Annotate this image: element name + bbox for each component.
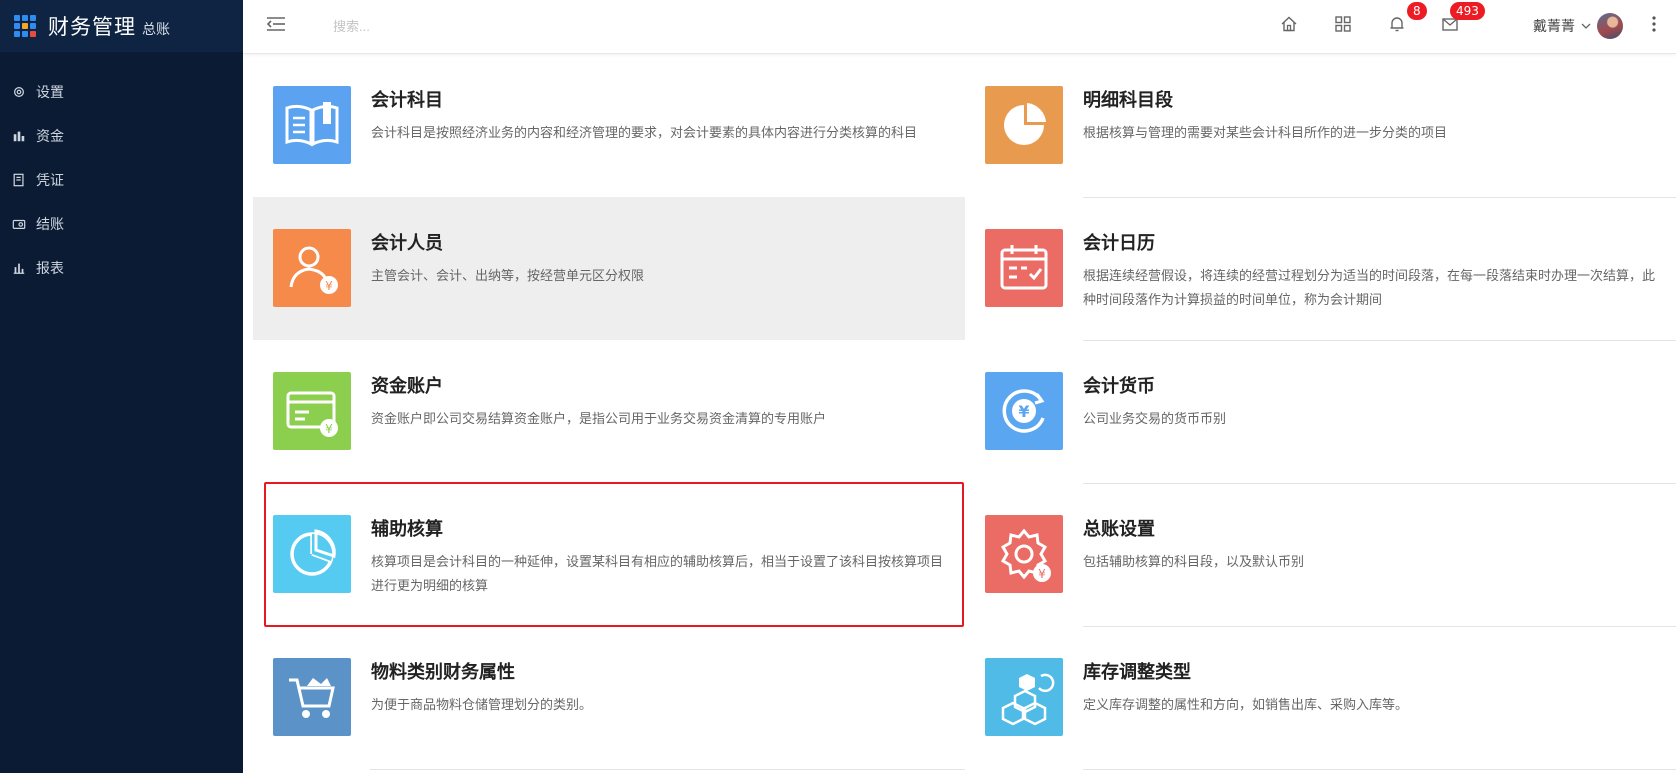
funds-icon [13, 131, 25, 142]
card-title: 明细科目段 [1083, 90, 1173, 111]
gear-icon [14, 87, 24, 97]
app-grid-icon [14, 15, 36, 37]
username: 戴菁菁 [1533, 19, 1575, 35]
divider [370, 769, 965, 770]
card-title: 会计人员 [371, 233, 443, 254]
selection-highlight [264, 482, 964, 627]
sidebar-item-label: 设置 [36, 85, 64, 101]
svg-text:¥: ¥ [1038, 567, 1046, 581]
sidebar-item-voucher[interactable]: 凭证 [0, 158, 243, 202]
card-desc: 根据连续经营假设，将连续的经营过程划分为适当的时间段落，在每一段落结束时办理一次… [1083, 269, 1656, 308]
sidebar: 财务管理 总账 设置 资金 凭证 结账 报表 [0, 0, 243, 773]
card-desc: 根据核算与管理的需要对某些会计科目所作的进一步分类的项目 [1083, 126, 1448, 141]
sidebar-item-checkout[interactable]: 结账 [0, 202, 243, 246]
chevron-down-icon [1581, 23, 1591, 29]
card-desc: 公司业务交易的货币币别 [1083, 412, 1227, 427]
sidebar-nav: 设置 资金 凭证 结账 报表 [0, 70, 243, 290]
card-title: 库存调整类型 [1083, 662, 1191, 683]
card-title: 总账设置 [1083, 519, 1155, 540]
card-accounting-currency[interactable]: ¥ 会计货币 公司业务交易的货币币别 [965, 340, 1676, 483]
app-title: 财务管理 [48, 15, 136, 39]
checkout-icon [12, 219, 26, 229]
card-title: 会计货币 [1083, 376, 1155, 397]
card-inventory-adjust[interactable]: 库存调整类型 定义库存调整的属性和方向，如销售出库、采购入库等。 [965, 626, 1676, 769]
voucher-icon [13, 173, 24, 187]
currency-icon: ¥ [985, 372, 1063, 450]
card-desc: 主管会计、会计、出纳等，按经营单元区分权限 [371, 269, 645, 284]
fund-card-icon: ¥ [273, 372, 351, 450]
calendar-icon [985, 229, 1063, 307]
card-desc: 定义库存调整的属性和方向，如销售出库、采购入库等。 [1083, 698, 1409, 713]
sidebar-item-label: 资金 [36, 129, 64, 145]
sidebar-item-label: 凭证 [36, 173, 64, 189]
report-icon [13, 263, 25, 274]
sidebar-item-funds[interactable]: 资金 [0, 114, 243, 158]
boxes-icon [985, 658, 1063, 736]
card-desc: 会计科目是按照经济业务的内容和经济管理的要求，对会计要素的具体内容进行分类核算的… [371, 126, 918, 141]
card-desc: 包括辅助核算的科目段，以及默认币别 [1083, 555, 1305, 570]
card-detail-segment[interactable]: 明细科目段 根据核算与管理的需要对某些会计科目所作的进一步分类的项目 [965, 54, 1676, 197]
card-title: 资金账户 [371, 376, 443, 397]
card-desc: 资金账户即公司交易结算资金账户，是指公司用于业务交易资金清算的专用账户 [371, 412, 827, 427]
search-input[interactable] [333, 14, 633, 38]
sidebar-item-report[interactable]: 报表 [0, 246, 243, 290]
cart-icon [273, 658, 351, 736]
accountant-icon: ¥ [273, 229, 351, 307]
pie-chart-icon [985, 86, 1063, 164]
sidebar-item-label: 报表 [36, 261, 64, 277]
bell-icon[interactable] [1387, 14, 1407, 34]
svg-text:¥: ¥ [1018, 402, 1029, 421]
brand[interactable]: 财务管理 总账 [0, 0, 243, 52]
card-fund-account[interactable]: ¥ 资金账户 资金账户即公司交易结算资金账户，是指公司用于业务交易资金清算的专用… [253, 340, 965, 483]
svg-text:¥: ¥ [325, 422, 333, 436]
menu-toggle-icon[interactable] [265, 13, 287, 35]
app-subtitle: 总账 [142, 22, 170, 38]
svg-text:¥: ¥ [325, 279, 333, 293]
card-ledger-settings[interactable]: ¥ 总账设置 包括辅助核算的科目段，以及默认币别 [965, 483, 1676, 626]
user-menu[interactable]: 戴菁菁 [1533, 13, 1623, 39]
messages-badge: 493 [1450, 2, 1485, 20]
card-title: 会计日历 [1083, 233, 1155, 254]
top-header: 8 493 戴菁菁 [243, 0, 1676, 54]
card-material-finance[interactable]: 物料类别财务属性 为便于商品物料仓储管理划分的类别。 [253, 626, 965, 769]
sidebar-item-settings[interactable]: 设置 [0, 70, 243, 114]
card-accounting-subjects[interactable]: 会计科目 会计科目是按照经济业务的内容和经济管理的要求，对会计要素的具体内容进行… [253, 54, 965, 197]
settings-yuan-icon: ¥ [985, 515, 1063, 593]
divider [1083, 769, 1676, 770]
avatar[interactable] [1597, 13, 1623, 39]
card-title: 会计科目 [371, 90, 443, 111]
home-icon[interactable] [1279, 14, 1299, 34]
card-title: 物料类别财务属性 [371, 662, 515, 683]
apps-icon[interactable] [1333, 14, 1353, 34]
card-accounting-calendar[interactable]: 会计日历 根据连续经营假设，将连续的经营过程划分为适当的时间段落，在每一段落结束… [965, 197, 1676, 340]
sidebar-item-label: 结账 [36, 217, 64, 233]
notifications-badge: 8 [1407, 2, 1427, 20]
card-accountant-staff[interactable]: ¥ 会计人员 主管会计、会计、出纳等，按经营单元区分权限 [253, 197, 965, 340]
more-vertical-icon[interactable] [1652, 15, 1656, 33]
book-icon [273, 86, 351, 164]
card-desc: 为便于商品物料仓储管理划分的类别。 [371, 698, 593, 713]
